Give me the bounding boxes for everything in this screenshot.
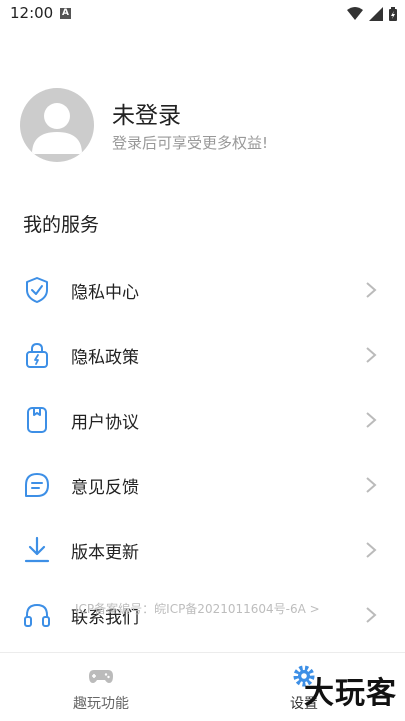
menu-label: 用户协议	[71, 413, 139, 433]
tab-label: 趣玩功能	[73, 696, 129, 712]
menu-item-privacy-center[interactable]: 隐私中心	[0, 257, 405, 322]
menu-item-version-update[interactable]: 版本更新	[0, 517, 405, 582]
profile-header[interactable]: 未登录 登录后可享受更多权益!	[20, 88, 390, 162]
menu-item-privacy-policy[interactable]: 隐私政策	[0, 322, 405, 387]
download-icon	[24, 536, 50, 563]
chevron-right-icon	[366, 607, 377, 623]
menu-label: 意见反馈	[71, 478, 139, 498]
user-avatar-icon	[32, 103, 82, 154]
message-icon	[25, 473, 49, 497]
watermark-logo: 大玩客	[304, 676, 397, 711]
chevron-right-icon	[366, 347, 377, 363]
icp-record-link[interactable]: ICP备案编号：皖ICP备2021011604号-6A >	[75, 600, 320, 617]
menu-label: 版本更新	[71, 543, 139, 563]
menu-item-feedback[interactable]: 意见反馈	[0, 452, 405, 517]
menu-item-user-agreement[interactable]: 用户协议	[0, 387, 405, 452]
status-time: 12:00	[10, 4, 54, 22]
login-hint: 登录后可享受更多权益!	[112, 134, 269, 152]
gamepad-icon	[89, 670, 113, 683]
login-status-title[interactable]: 未登录	[112, 96, 181, 130]
tab-fun-features[interactable]: 趣玩功能	[0, 653, 202, 721]
headphones-icon	[24, 603, 50, 627]
signal-icon	[369, 7, 383, 21]
battery-icon	[389, 7, 397, 21]
avatar[interactable]	[20, 88, 94, 162]
lock-icon	[26, 342, 48, 368]
status-indicators	[347, 6, 397, 22]
status-bar: 12:00 A	[0, 0, 405, 28]
document-icon	[27, 407, 47, 433]
wifi-icon	[347, 7, 363, 20]
chevron-right-icon	[366, 412, 377, 428]
chevron-right-icon	[366, 282, 377, 298]
notification-a-icon: A	[60, 8, 71, 19]
services-menu: 隐私中心 隐私政策 用户协议 意见反馈 版本更新 联系我们	[0, 257, 405, 647]
shield-check-icon	[26, 277, 48, 303]
menu-label: 隐私中心	[71, 283, 139, 303]
menu-label: 隐私政策	[71, 348, 139, 368]
section-title-my-services: 我的服务	[23, 214, 100, 236]
chevron-right-icon	[366, 542, 377, 558]
chevron-right-icon	[366, 477, 377, 493]
